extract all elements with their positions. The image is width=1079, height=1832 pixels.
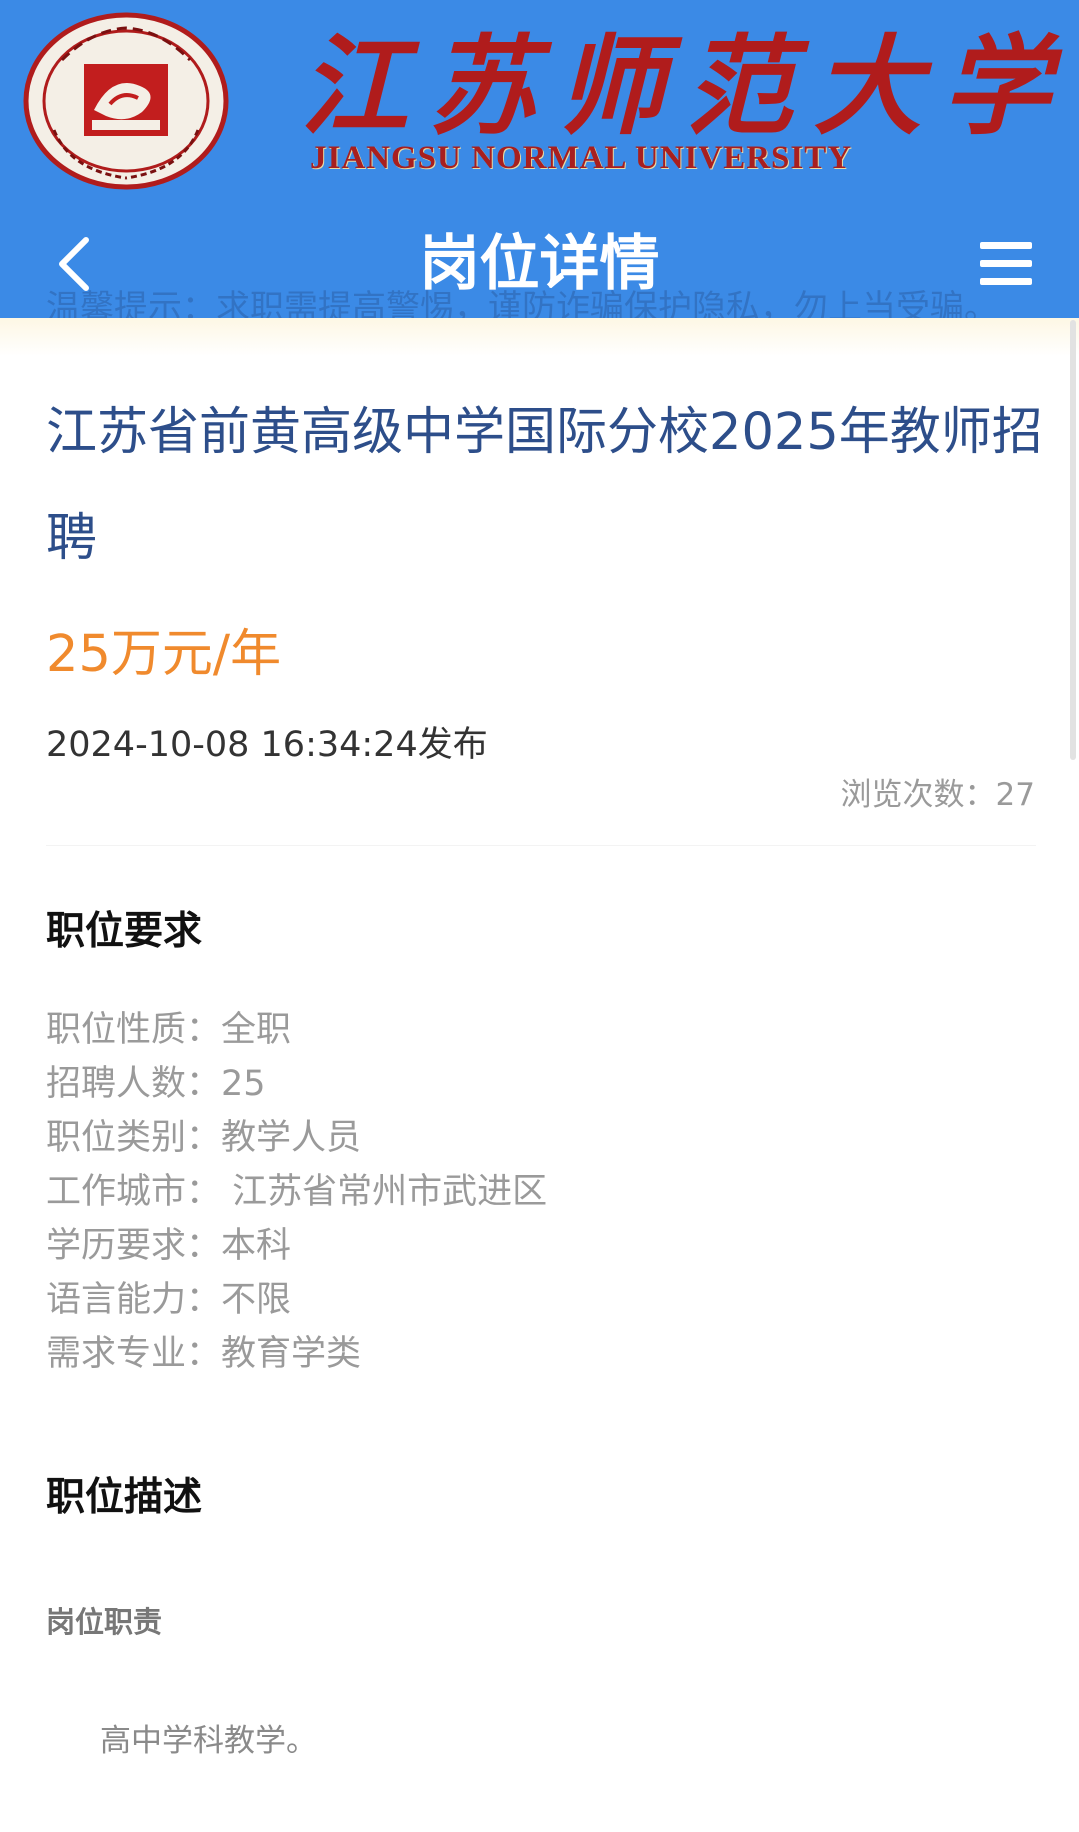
requirement-label: 学历要求： — [46, 1226, 222, 1266]
publish-time: 2024-10-08 16:34:24发布 — [46, 725, 488, 765]
requirement-value: 教育学类 — [221, 1334, 362, 1374]
view-count: 浏览次数：27 — [841, 772, 1035, 818]
requirement-label: 需求专业： — [46, 1334, 222, 1374]
brand-char: 师 — [556, 24, 665, 150]
requirement-label: 工作城市： — [46, 1172, 222, 1212]
brand-char: 范 — [685, 24, 794, 150]
requirement-label: 职位类别： — [46, 1118, 222, 1158]
salary: 25万元/年 — [46, 625, 282, 684]
brand-char: 大 — [813, 24, 922, 150]
brand-char: 苏 — [428, 24, 537, 150]
brand-char: 江 — [300, 24, 409, 150]
list-item: 需求专业：教育学类 — [46, 1327, 1026, 1381]
list-item: 职位类别：教学人员 — [46, 1111, 1026, 1165]
brand-char: 学 — [941, 24, 1050, 150]
divider — [46, 845, 1036, 846]
requirement-value: 全职 — [221, 1010, 292, 1050]
requirements-heading: 职位要求 — [46, 909, 203, 954]
requirement-label: 语言能力： — [46, 1280, 222, 1320]
duties-subheading: 岗位职责 — [46, 1605, 163, 1639]
header-shadow-band — [0, 318, 1079, 356]
university-name-cn: 江 苏 师 范 大 学 — [300, 18, 1050, 150]
view-count-label: 浏览次数： — [840, 777, 996, 813]
list-item: 职位性质：全职 — [46, 1003, 1026, 1057]
description-heading: 职位描述 — [46, 1475, 203, 1520]
duties-text: 高中学科教学。 — [100, 1723, 317, 1759]
university-seal-logo — [23, 12, 229, 190]
list-item: 语言能力：不限 — [46, 1273, 1026, 1327]
requirement-value: 教学人员 — [221, 1118, 362, 1158]
app-header: 江 苏 师 范 大 学 JIANGSU NORMAL UNIVERSITY 温馨… — [0, 0, 1079, 318]
requirement-label: 招聘人数： — [46, 1064, 222, 1104]
requirement-value: 江苏省常州市武进区 — [221, 1172, 548, 1212]
requirement-value: 不限 — [221, 1280, 292, 1320]
scrollbar[interactable] — [1070, 320, 1076, 760]
requirement-value: 25 — [221, 1064, 266, 1104]
view-count-value: 27 — [995, 777, 1035, 813]
university-name-en: JIANGSU NORMAL UNIVERSITY — [310, 140, 853, 176]
hamburger-menu-icon[interactable] — [980, 242, 1032, 286]
page-title: 岗位详情 — [419, 229, 660, 299]
list-item: 招聘人数：25 — [46, 1057, 1026, 1111]
requirement-label: 职位性质： — [46, 1010, 222, 1050]
requirements-list: 职位性质：全职 招聘人数：25 职位类别：教学人员 工作城市： 江苏省常州市武进… — [46, 1003, 1026, 1381]
list-item: 学历要求：本科 — [46, 1219, 1026, 1273]
requirement-value: 本科 — [221, 1226, 292, 1266]
list-item: 工作城市： 江苏省常州市武进区 — [46, 1165, 1026, 1219]
job-title: 江苏省前黄高级中学国际分校2025年教师招聘 — [46, 403, 1043, 568]
